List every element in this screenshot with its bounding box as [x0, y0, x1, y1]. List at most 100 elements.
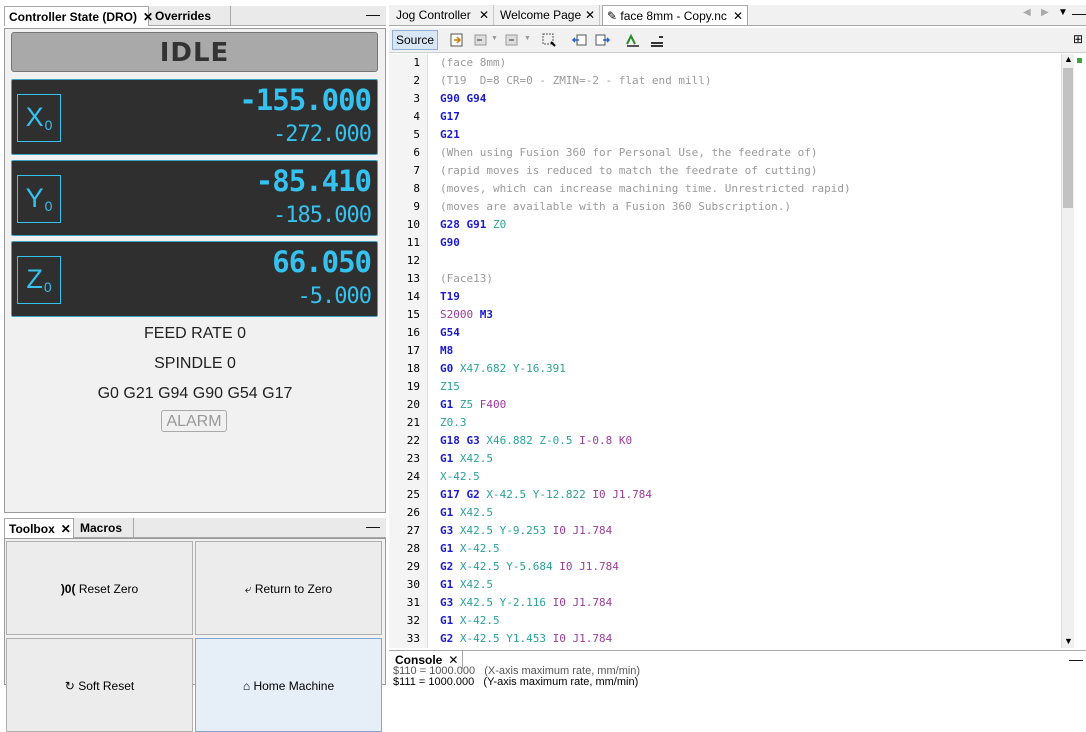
code-token: G3	[466, 434, 480, 447]
code-token: Z15	[440, 380, 460, 393]
code-line: G3 X42.5 Y-2.116 I0 J1.784	[440, 596, 612, 609]
close-icon[interactable]: ✕	[733, 6, 743, 26]
refresh-icon: ↻	[64, 679, 75, 693]
minimize-icon[interactable]: —	[366, 7, 380, 22]
axis-z-label[interactable]: Z0	[17, 256, 61, 304]
reset-zero-icon: )0(	[60, 582, 76, 596]
scrollbar-thumb[interactable]	[1063, 68, 1073, 208]
code-token: G17	[440, 488, 460, 501]
code-token: X42.5	[459, 524, 493, 537]
scroll-up-icon[interactable]: ▲	[1064, 54, 1073, 64]
tab-list-dropdown-icon[interactable]: ▼	[1058, 7, 1068, 18]
axis-z-machine-position: -5.000	[297, 284, 372, 309]
code-token: X-42.5	[459, 632, 500, 645]
code-comment: (moves, which can increase machining tim…	[440, 182, 851, 195]
toolbox-panel: )0( Reset Zero ⤶ Return to Zero ↻ Soft R…	[4, 538, 386, 732]
code-token: X42.5	[459, 506, 493, 519]
code-line: G1 X42.5	[440, 578, 493, 591]
axis-subscript: 0	[44, 198, 53, 214]
code-token: Y-12.822	[532, 488, 586, 501]
tab-label: Macros	[80, 521, 123, 535]
code-line: G2 X-42.5 Y-5.684 I0 J1.784	[440, 560, 619, 573]
code-token: G91	[466, 218, 487, 231]
code-token: Y-9.253	[499, 524, 546, 537]
code-token: G18	[440, 434, 460, 447]
tab-overrides[interactable]: Overrides	[151, 6, 231, 26]
code-line: Z0.3	[440, 416, 467, 429]
code-line: G1 X-42.5	[440, 542, 500, 555]
minimize-icon[interactable]: —	[1069, 651, 1083, 667]
expand-toolbar-icon[interactable]: ⊞	[1073, 32, 1083, 46]
tab-toolbox[interactable]: Toolbox ✕	[4, 518, 74, 538]
tab-label: Overrides	[155, 9, 212, 23]
alarm-button[interactable]: ALARM	[161, 410, 227, 432]
close-icon[interactable]: ✕	[585, 5, 595, 25]
button-label: Home Machine	[253, 679, 335, 693]
code-token: X46.882	[486, 434, 533, 447]
axis-x-label[interactable]: X0	[17, 94, 61, 142]
code-token: Y-5.684	[506, 560, 553, 573]
code-token: K0	[618, 434, 633, 447]
code-token: G17	[440, 110, 460, 123]
tab-welcome-page[interactable]: Welcome Page ✕	[496, 5, 600, 25]
code-comment: (face 8mm)	[440, 56, 507, 69]
axis-y-row: Y0 -85.410 -185.000	[11, 160, 378, 236]
code-line: X-42.5	[440, 470, 480, 483]
code-comment: (When using Fusion 360 for Personal Use,…	[440, 146, 818, 159]
axis-y-label[interactable]: Y0	[17, 175, 61, 223]
code-token: J1.784	[572, 596, 613, 609]
tab-macros[interactable]: Macros	[76, 518, 134, 538]
axis-subscript: 0	[44, 117, 53, 133]
scroll-tabs-left-icon[interactable]: ◀	[1023, 7, 1031, 18]
code-line: G28 G91 Z0	[440, 218, 506, 231]
axis-y-machine-position: -185.000	[273, 203, 372, 228]
machine-state-indicator: IDLE	[11, 32, 378, 72]
code-line: (T19 D=8 CR=0 - ZMIN=-2 - flat end mill)	[440, 74, 712, 87]
code-token: G94	[466, 92, 487, 105]
code-token: M8	[440, 344, 454, 357]
close-icon[interactable]: ✕	[61, 522, 71, 536]
active-gcodes: G0 G21 G94 G90 G54 G17	[97, 385, 293, 402]
code-line: G1 X42.5	[440, 452, 493, 465]
scroll-down-icon[interactable]: ▼	[1064, 636, 1073, 646]
home-machine-button[interactable]: ⌂ Home Machine	[195, 638, 382, 732]
code-line: S2000 M3	[440, 308, 493, 321]
code-lines[interactable]: (face 8mm) (T19 D=8 CR=0 - ZMIN=-2 - flat…	[389, 28, 1061, 648]
soft-reset-button[interactable]: ↻ Soft Reset	[6, 638, 193, 732]
code-token: J1.784	[579, 560, 619, 573]
code-comment: (moves are available with a Fusion 360 S…	[440, 200, 791, 213]
close-icon[interactable]: ✕	[479, 5, 489, 25]
code-token: J1.784	[572, 632, 613, 645]
code-line: (face 8mm)	[440, 56, 506, 69]
code-editor: Source ▼ ▼ ⊞ 1 2 3 4 5 6 7 8 9 10 11 12 13 14 15 16 17 18…	[389, 28, 1086, 648]
axis-z-work-position: 66.050	[272, 245, 372, 279]
dro-panel: IDLE X0 -155.000 -272.000 Y0 -85.410 -18…	[4, 28, 386, 513]
code-token: X-42.5	[459, 542, 500, 555]
error-stripe	[1077, 58, 1082, 63]
axis-x-machine-position: -272.000	[273, 122, 372, 147]
code-line: (moves are available with a Fusion 360 S…	[440, 200, 791, 213]
console-panel: Console ✕ — $110 = 1000.000 (X-axis maxim…	[389, 650, 1086, 688]
tab-controller-state[interactable]: Controller State (DRO) ✕	[4, 6, 153, 26]
code-token: G1	[440, 506, 454, 519]
code-token: I0	[592, 488, 606, 501]
button-label: Soft Reset	[78, 679, 135, 693]
code-token: G3	[440, 524, 454, 537]
vertical-scrollbar[interactable]: ▲ ▼	[1061, 54, 1074, 648]
code-token: Z5	[459, 398, 474, 411]
code-token: G54	[440, 326, 460, 339]
code-comment: (Face13)	[440, 272, 493, 285]
minimize-icon[interactable]: —	[1072, 5, 1086, 21]
tab-face-8mm[interactable]: ✎ face 8mm - Copy.nc ✕	[602, 5, 748, 25]
code-line: G2 X-42.5 Y1.453 I0 J1.784	[440, 632, 612, 645]
code-token: G3	[440, 596, 454, 609]
code-token: F400	[479, 398, 507, 411]
scroll-tabs-right-icon[interactable]: ▶	[1041, 7, 1049, 18]
feed-rate-label: FEED RATE 0	[144, 325, 246, 342]
tab-jog-controller[interactable]: Jog Controller ✕	[392, 5, 494, 25]
reset-zero-button[interactable]: )0( Reset Zero	[6, 541, 193, 635]
code-line: M8	[440, 344, 453, 357]
minimize-icon[interactable]: —	[366, 519, 380, 534]
return-to-zero-button[interactable]: ⤶ Return to Zero	[195, 541, 382, 635]
code-token: X42.5	[459, 452, 493, 465]
